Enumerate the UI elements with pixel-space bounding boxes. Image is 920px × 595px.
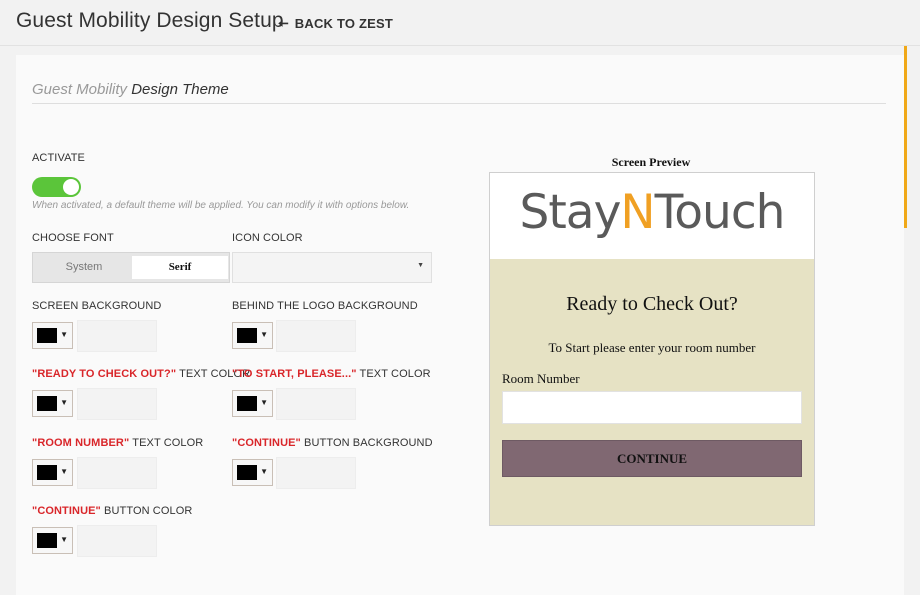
ready-quoted-label: "READY TO CHECK OUT?" bbox=[32, 368, 177, 380]
toggle-knob bbox=[63, 179, 79, 195]
screen-background-label: SCREEN BACKGROUND bbox=[32, 300, 162, 312]
font-switch: System Serif bbox=[32, 252, 230, 283]
chevron-down-icon: ▼ bbox=[60, 330, 68, 339]
color-chip bbox=[37, 465, 57, 480]
activate-toggle[interactable] bbox=[32, 177, 81, 197]
logo-text-2: Touch bbox=[654, 185, 786, 240]
room-number-text-color-swatch[interactable]: ▼ bbox=[32, 459, 73, 486]
chevron-down-icon: ▼ bbox=[60, 535, 68, 544]
icon-color-select[interactable]: ▼ bbox=[232, 252, 432, 283]
section-title: Guest Mobility Design Theme bbox=[32, 81, 229, 98]
chevron-down-icon: ▼ bbox=[260, 330, 268, 339]
section-title-light: Guest Mobility bbox=[32, 81, 128, 98]
ready-text-color-swatch[interactable]: ▼ bbox=[32, 390, 73, 417]
ready-text-color-label: "READY TO CHECK OUT?" TEXT COLOR bbox=[32, 368, 250, 380]
font-option-serif[interactable]: Serif bbox=[132, 256, 228, 279]
activate-helper-text: When activated, a default theme will be … bbox=[32, 200, 410, 211]
continue-button-color-input[interactable] bbox=[77, 525, 157, 557]
color-chip bbox=[237, 328, 257, 343]
continue-button-background-swatch[interactable]: ▼ bbox=[232, 459, 273, 486]
logo-background-label: BEHIND THE LOGO BACKGROUND bbox=[232, 300, 418, 312]
chevron-down-icon: ▼ bbox=[60, 467, 68, 476]
start-text-color-label: "TO START, PLEASE..." TEXT COLOR bbox=[232, 368, 431, 380]
room-suffix-label: TEXT COLOR bbox=[129, 437, 204, 449]
continue-button-background-input[interactable] bbox=[276, 457, 356, 489]
continue-button-color-label: "CONTINUE" BUTTON COLOR bbox=[32, 505, 192, 517]
color-chip bbox=[37, 396, 57, 411]
chevron-down-icon: ▼ bbox=[260, 398, 268, 407]
preview-subtitle: To Start please enter your room number bbox=[548, 340, 756, 355]
room-number-text-color-input[interactable] bbox=[77, 457, 157, 489]
font-option-system[interactable]: System bbox=[36, 256, 132, 279]
activate-label: ACTIVATE bbox=[32, 152, 85, 164]
room-quoted-label: "ROOM NUMBER" bbox=[32, 437, 130, 449]
section-divider bbox=[32, 103, 886, 104]
back-to-zest-link[interactable]: 🠄 BACK TO ZEST bbox=[278, 15, 393, 37]
screen-preview: StayNTouch Ready to Check Out? To Start … bbox=[489, 172, 815, 526]
continue-button-background-label: "CONTINUE" BUTTON BACKGROUND bbox=[232, 437, 433, 449]
continue-color-quoted-label: "CONTINUE" bbox=[32, 505, 101, 517]
room-number-text-color-label: "ROOM NUMBER" TEXT COLOR bbox=[32, 437, 203, 449]
continue-bg-suffix-label: BUTTON BACKGROUND bbox=[300, 437, 433, 449]
screen-background-input[interactable] bbox=[77, 320, 157, 352]
chevron-down-icon: ▼ bbox=[60, 398, 68, 407]
icon-color-label: ICON COLOR bbox=[232, 232, 303, 244]
color-chip bbox=[237, 396, 257, 411]
start-text-color-input[interactable] bbox=[276, 388, 356, 420]
logo-background-swatch[interactable]: ▼ bbox=[232, 322, 273, 349]
continue-button-color-swatch[interactable]: ▼ bbox=[32, 527, 73, 554]
color-chip bbox=[237, 465, 257, 480]
logo-background-input[interactable] bbox=[276, 320, 356, 352]
start-suffix-label: TEXT COLOR bbox=[356, 368, 431, 380]
choose-font-label: CHOOSE FONT bbox=[32, 232, 114, 244]
scroll-thumb[interactable] bbox=[904, 46, 907, 228]
preview-room-number-input bbox=[502, 391, 802, 424]
logo-text-1: Stay bbox=[519, 185, 622, 240]
screen-background-swatch[interactable]: ▼ bbox=[32, 322, 73, 349]
section-title-dark: Design Theme bbox=[131, 81, 229, 98]
top-bar: Guest Mobility Design Setup 🠄 BACK TO ZES… bbox=[0, 0, 920, 46]
continue-color-suffix-label: BUTTON COLOR bbox=[100, 505, 193, 517]
chevron-down-icon: ▼ bbox=[417, 262, 424, 269]
screen-preview-heading: Screen Preview bbox=[611, 155, 691, 169]
continue-bg-quoted-label: "CONTINUE" bbox=[232, 437, 301, 449]
color-chip bbox=[37, 533, 57, 548]
chevron-down-icon: ▼ bbox=[260, 467, 268, 476]
back-link-label: BACK TO ZEST bbox=[294, 16, 394, 31]
preview-room-number-label: Room Number bbox=[502, 371, 580, 386]
start-text-color-swatch[interactable]: ▼ bbox=[232, 390, 273, 417]
color-chip bbox=[37, 328, 57, 343]
staylntouch-logo: StayNTouch bbox=[490, 185, 814, 240]
start-quoted-label: "TO START, PLEASE..." bbox=[232, 368, 357, 380]
arrow-left-icon: 🠄 bbox=[278, 16, 289, 31]
logo-text-accent: N bbox=[620, 185, 655, 240]
preview-continue-button: CONTINUE bbox=[502, 440, 802, 477]
page-title: Guest Mobility Design Setup bbox=[16, 9, 284, 32]
preview-title: Ready to Check Out? bbox=[566, 293, 738, 315]
preview-logo-area: StayNTouch bbox=[490, 173, 814, 259]
ready-text-color-input[interactable] bbox=[77, 388, 157, 420]
